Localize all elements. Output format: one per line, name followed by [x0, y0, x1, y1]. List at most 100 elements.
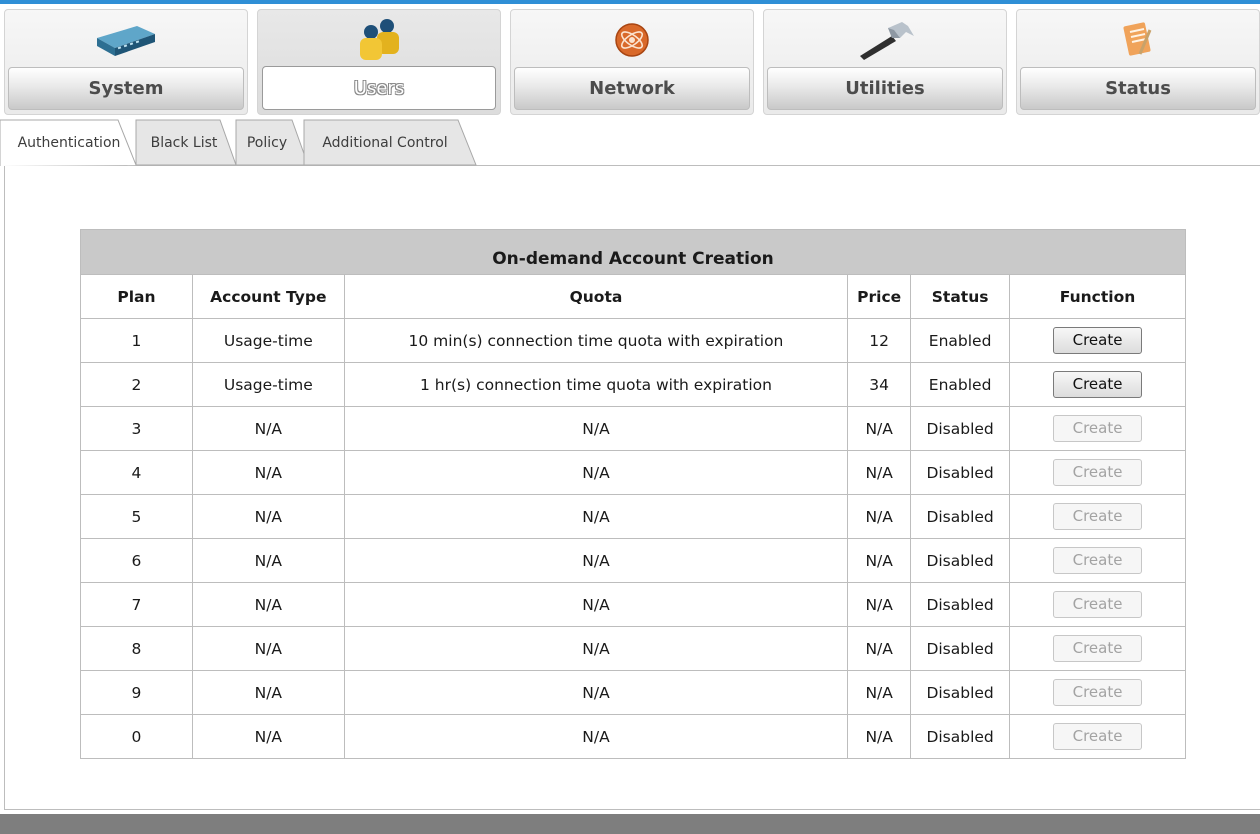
create-button-plan-7: Create — [1053, 591, 1143, 618]
status-cell: Disabled — [910, 670, 1011, 715]
table-row: 8 N/A N/A N/A Disabled Create — [80, 626, 1186, 671]
account-type-cell: N/A — [191, 626, 345, 671]
tab-black-list-label: Black List — [150, 135, 218, 151]
network-globe-icon — [511, 16, 753, 64]
tab-policy-label: Policy — [246, 135, 288, 151]
on-demand-account-table: On-demand Account Creation Plan Account … — [80, 229, 1186, 759]
plan-cell: 2 — [80, 362, 193, 407]
table-row: 1 Usage-time 10 min(s) connection time q… — [80, 318, 1186, 363]
price-cell: N/A — [847, 670, 912, 715]
nav-network-button[interactable]: Network — [514, 67, 750, 110]
status-cell: Disabled — [910, 406, 1011, 451]
notepad-icon — [1017, 16, 1259, 64]
price-cell: N/A — [847, 626, 912, 671]
table-row: 7 N/A N/A N/A Disabled Create — [80, 582, 1186, 627]
create-button-plan-5: Create — [1053, 503, 1143, 530]
function-cell: Create — [1009, 670, 1186, 715]
plan-cell: 7 — [80, 582, 193, 627]
tab-authentication-label: Authentication — [17, 135, 121, 151]
plan-cell: 0 — [80, 714, 193, 759]
price-cell: N/A — [847, 406, 912, 451]
column-header-status: Status — [910, 274, 1011, 319]
quota-cell: N/A — [343, 494, 849, 539]
account-type-cell: N/A — [191, 670, 345, 715]
account-type-cell: N/A — [191, 538, 345, 583]
price-cell: N/A — [847, 450, 912, 495]
plan-cell: 1 — [80, 318, 193, 363]
tab-additional-control[interactable]: Additional Control — [300, 119, 480, 166]
price-cell: N/A — [847, 538, 912, 583]
top-accent-line — [0, 0, 1260, 4]
quota-cell: N/A — [343, 538, 849, 583]
function-cell: Create — [1009, 538, 1186, 583]
nav-item-network[interactable]: Network — [510, 9, 754, 115]
quota-cell: N/A — [343, 406, 849, 451]
account-type-cell: Usage-time — [191, 318, 345, 363]
account-type-cell: N/A — [191, 406, 345, 451]
create-button-plan-4: Create — [1053, 459, 1143, 486]
plan-cell: 8 — [80, 626, 193, 671]
function-cell: Create — [1009, 714, 1186, 759]
nav-item-utilities[interactable]: Utilities — [763, 9, 1007, 115]
account-type-cell: N/A — [191, 494, 345, 539]
create-button-plan-1[interactable]: Create — [1053, 327, 1143, 354]
status-cell: Disabled — [910, 714, 1011, 759]
subtab-bar: Authentication Black List Policy Additio… — [0, 119, 600, 166]
tab-additional-control-label: Additional Control — [322, 135, 448, 151]
quota-cell: N/A — [343, 582, 849, 627]
table-row: 0 N/A N/A N/A Disabled Create — [80, 714, 1186, 759]
price-cell: 34 — [847, 362, 912, 407]
status-cell: Disabled — [910, 450, 1011, 495]
quota-cell: N/A — [343, 450, 849, 495]
status-cell: Enabled — [910, 318, 1011, 363]
create-button-plan-6: Create — [1053, 547, 1143, 574]
plan-cell: 4 — [80, 450, 193, 495]
footer-bar — [0, 814, 1260, 834]
plan-cell: 3 — [80, 406, 193, 451]
tab-policy[interactable]: Policy — [230, 119, 310, 166]
function-cell: Create — [1009, 626, 1186, 671]
function-cell: Create — [1009, 318, 1186, 363]
column-header-plan: Plan — [80, 274, 193, 319]
account-type-cell: N/A — [191, 714, 345, 759]
nav-item-status[interactable]: Status — [1016, 9, 1260, 115]
nav-status-button[interactable]: Status — [1020, 67, 1256, 110]
table-title: On-demand Account Creation — [80, 229, 1186, 275]
table-row: 2 Usage-time 1 hr(s) connection time quo… — [80, 362, 1186, 407]
price-cell: N/A — [847, 582, 912, 627]
column-header-account-type: Account Type — [191, 274, 345, 319]
table-row: 6 N/A N/A N/A Disabled Create — [80, 538, 1186, 583]
tab-authentication[interactable]: Authentication — [0, 119, 138, 166]
nav-system-button[interactable]: System — [8, 67, 244, 110]
function-cell: Create — [1009, 582, 1186, 627]
table-row: 5 N/A N/A N/A Disabled Create — [80, 494, 1186, 539]
table-row: 4 N/A N/A N/A Disabled Create — [80, 450, 1186, 495]
create-button-plan-8: Create — [1053, 635, 1143, 662]
router-device-icon — [5, 16, 247, 64]
quota-cell: N/A — [343, 714, 849, 759]
account-type-cell: Usage-time — [191, 362, 345, 407]
function-cell: Create — [1009, 362, 1186, 407]
nav-item-system[interactable]: System — [4, 9, 248, 115]
hammer-icon — [764, 16, 1006, 64]
quota-cell: 10 min(s) connection time quota with exp… — [343, 318, 849, 363]
price-cell: N/A — [847, 494, 912, 539]
nav-item-users[interactable]: Users — [257, 9, 501, 115]
create-button-plan-9: Create — [1053, 679, 1143, 706]
function-cell: Create — [1009, 450, 1186, 495]
column-header-function: Function — [1009, 274, 1186, 319]
tab-black-list[interactable]: Black List — [126, 119, 238, 166]
account-type-cell: N/A — [191, 582, 345, 627]
quota-cell: N/A — [343, 670, 849, 715]
quota-cell: N/A — [343, 626, 849, 671]
create-button-plan-2[interactable]: Create — [1053, 371, 1143, 398]
nav-utilities-button[interactable]: Utilities — [767, 67, 1003, 110]
create-button-plan-0: Create — [1053, 723, 1143, 750]
function-cell: Create — [1009, 494, 1186, 539]
quota-cell: 1 hr(s) connection time quota with expir… — [343, 362, 849, 407]
account-type-cell: N/A — [191, 450, 345, 495]
price-cell: 12 — [847, 318, 912, 363]
nav-users-button[interactable]: Users — [262, 66, 496, 110]
status-cell: Disabled — [910, 538, 1011, 583]
column-header-price: Price — [847, 274, 912, 319]
